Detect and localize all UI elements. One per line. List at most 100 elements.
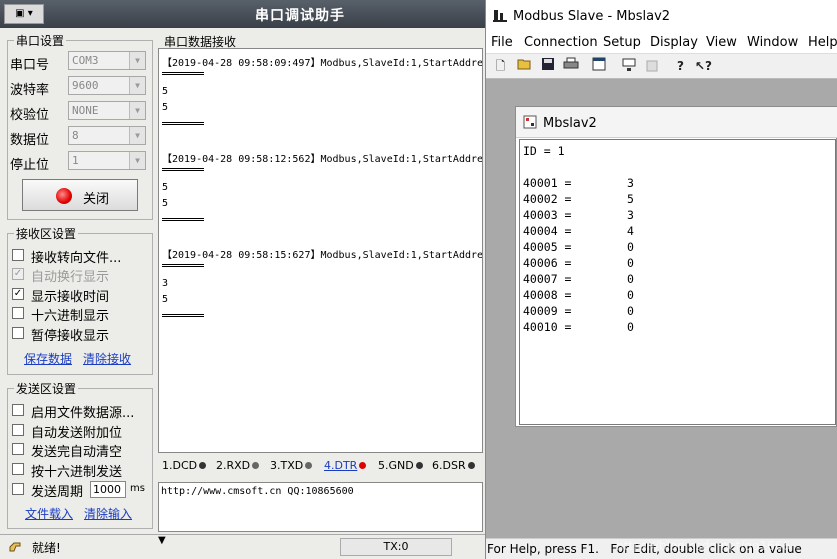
- chevron-down-icon[interactable]: ▼: [129, 52, 145, 69]
- register-row[interactable]: 40004 = 4: [523, 224, 634, 238]
- port-select[interactable]: COM3 ▼: [68, 51, 146, 70]
- disconnect-icon[interactable]: [642, 57, 661, 76]
- show-time-checkbox[interactable]: ✓ 显示接收时间: [12, 285, 142, 305]
- auto-wrap-checkbox[interactable]: ✓ 自动换行显示: [12, 265, 142, 285]
- menu-help[interactable]: Help: [808, 35, 837, 50]
- append-bit-checkbox[interactable]: 自动发送附加位: [12, 421, 142, 441]
- register-value[interactable]: 0: [627, 304, 634, 318]
- register-row[interactable]: 40009 = 0: [523, 304, 634, 318]
- register-value[interactable]: 5: [627, 192, 634, 206]
- register-row[interactable]: 40010 = 0: [523, 320, 634, 334]
- checkbox-label: 显示接收时间: [31, 290, 110, 305]
- serial-window-title: 串口调试助手: [255, 8, 345, 24]
- serial-assistant-window: ▣ ▾ 串口调试助手 串口设置 串口号 COM3 ▼ 波特率 9600 ▼ 校验位 …: [0, 0, 486, 559]
- menu-display[interactable]: Display: [650, 35, 698, 50]
- dropdown-arrow-icon[interactable]: ▼: [158, 535, 166, 546]
- pin-dcd-indicator-icon: [199, 462, 207, 469]
- checkbox-box[interactable]: [12, 249, 24, 261]
- help-icon[interactable]: ?: [671, 57, 690, 76]
- checkbox-box[interactable]: [12, 443, 24, 455]
- register-address: 40001 =: [523, 176, 572, 190]
- checkbox-label: 十六进制显示: [31, 309, 110, 324]
- period-unit: ms: [130, 483, 145, 494]
- register-value[interactable]: 0: [627, 272, 634, 286]
- menu-file[interactable]: File: [491, 35, 513, 50]
- window-icon[interactable]: [589, 57, 608, 76]
- pin-dsr: 6.DSR: [432, 459, 475, 472]
- register-row[interactable]: 40005 = 0: [523, 240, 634, 254]
- parity-select[interactable]: NONE ▼: [68, 101, 146, 120]
- register-value[interactable]: 0: [627, 256, 634, 270]
- recv-to-file-checkbox[interactable]: 接收转向文件...: [12, 246, 142, 266]
- register-row[interactable]: 40008 = 0: [523, 288, 634, 302]
- record-divider: [162, 122, 204, 125]
- receive-textarea[interactable]: 【2019-04-28 09:58:09:497】Modbus,SlaveId:…: [158, 48, 483, 453]
- serial-title-bar: ▣ ▾ 串口调试助手: [0, 0, 485, 28]
- checkbox-box[interactable]: [12, 463, 24, 475]
- baud-select[interactable]: 9600 ▼: [68, 76, 146, 95]
- pause-display-checkbox[interactable]: 暂停接收显示: [12, 324, 142, 344]
- databits-select[interactable]: 8 ▼: [68, 126, 146, 145]
- print-icon[interactable]: [561, 57, 580, 76]
- modbus-slave-window: Modbus Slave - Mbslav2 File Connection S…: [486, 0, 837, 559]
- hex-display-checkbox[interactable]: 十六进制显示: [12, 304, 142, 324]
- menu-view[interactable]: View: [706, 35, 737, 50]
- checkbox-box[interactable]: [12, 483, 24, 495]
- checkbox-box[interactable]: ✓: [12, 288, 24, 300]
- register-row[interactable]: 40001 = 3: [523, 176, 634, 190]
- register-view[interactable]: ID = 1 40001 = 3 40002 = 5 40003 = 3 40004 = 4 4…: [519, 139, 836, 425]
- register-row[interactable]: 40006 = 0: [523, 256, 634, 270]
- child-title-bar: Mbslav2: [516, 107, 837, 138]
- open-folder-icon[interactable]: [515, 57, 534, 76]
- register-address: 40003 =: [523, 208, 572, 222]
- pin-dsr-indicator-icon: [467, 462, 475, 469]
- checkbox-box[interactable]: ✓: [12, 268, 24, 280]
- tx-counter: TX:0: [340, 538, 452, 556]
- menu-connection[interactable]: Connection: [524, 35, 598, 50]
- save-icon[interactable]: [538, 57, 557, 76]
- record-header: 【2019-04-28 09:58:15:627】Modbus,SlaveId:…: [162, 250, 483, 261]
- send-textarea[interactable]: http://www.cmsoft.cn QQ:10865600: [158, 482, 483, 532]
- stopbits-select[interactable]: 1 ▼: [68, 151, 146, 170]
- register-value[interactable]: 0: [627, 240, 634, 254]
- record-divider: [162, 314, 204, 317]
- close-port-button[interactable]: 关闭: [22, 179, 138, 211]
- hand-icon: [8, 539, 22, 553]
- period-input[interactable]: 1000: [90, 481, 126, 498]
- checkbox-label: 暂停接收显示: [31, 329, 110, 344]
- register-value[interactable]: 3: [627, 176, 634, 190]
- pin-gnd-indicator-icon: [415, 462, 423, 469]
- save-data-link[interactable]: 保存数据: [24, 350, 72, 367]
- new-file-icon[interactable]: 🗋: [491, 57, 510, 76]
- clear-input-link[interactable]: 清除输入: [84, 505, 132, 522]
- ready-status: 就绪!: [32, 541, 61, 555]
- register-value[interactable]: 4: [627, 224, 634, 238]
- register-value[interactable]: 0: [627, 288, 634, 302]
- register-value[interactable]: 0: [627, 320, 634, 334]
- context-help-icon[interactable]: ↖?: [694, 57, 713, 76]
- auto-clear-checkbox[interactable]: 发送完自动清空: [12, 440, 142, 460]
- checkbox-box[interactable]: [12, 327, 24, 339]
- checkbox-box[interactable]: [12, 307, 24, 319]
- register-row[interactable]: 40002 = 5: [523, 192, 634, 206]
- clear-receive-link[interactable]: 清除接收: [83, 350, 131, 367]
- menu-window[interactable]: Window: [747, 35, 798, 50]
- checkbox-box[interactable]: [12, 404, 24, 416]
- record-line: 5: [162, 294, 169, 305]
- register-row[interactable]: 40003 = 3: [523, 208, 634, 222]
- connect-icon[interactable]: [619, 57, 638, 76]
- file-source-checkbox[interactable]: 启用文件数据源...: [12, 401, 142, 421]
- chevron-down-icon[interactable]: ▼: [129, 127, 145, 144]
- checkbox-box[interactable]: [12, 424, 24, 436]
- menu-setup[interactable]: Setup: [603, 35, 641, 50]
- chevron-down-icon[interactable]: ▼: [129, 102, 145, 119]
- load-file-link[interactable]: 文件载入: [25, 505, 73, 522]
- chevron-down-icon[interactable]: ▼: [129, 152, 145, 169]
- signal-pins-bar: 1.DCD 2.RXD 3.TXD 4.DTR 5.GND 6.DSR: [158, 455, 483, 477]
- checkbox-label: 发送完自动清空: [31, 445, 123, 460]
- register-row[interactable]: 40007 = 0: [523, 272, 634, 286]
- hex-send-checkbox[interactable]: 按十六进制发送: [12, 460, 142, 480]
- pin-dtr[interactable]: 4.DTR: [324, 459, 367, 472]
- register-value[interactable]: 3: [627, 208, 634, 222]
- chevron-down-icon[interactable]: ▼: [129, 77, 145, 94]
